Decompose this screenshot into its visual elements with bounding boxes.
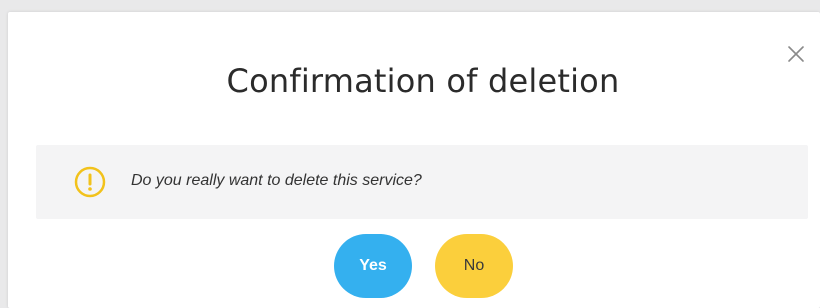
no-button[interactable]: No	[435, 234, 513, 298]
confirmation-dialog: Confirmation of deletion Do you really w…	[8, 12, 820, 308]
yes-button[interactable]: Yes	[334, 234, 412, 298]
dialog-title: Confirmation of deletion	[226, 62, 620, 100]
page: Confirmation of deletion Do you really w…	[0, 0, 820, 308]
confirmation-message: Do you really want to delete this servic…	[131, 172, 422, 189]
warning-circle-icon	[74, 166, 106, 198]
message-panel: Do you really want to delete this servic…	[36, 145, 808, 219]
